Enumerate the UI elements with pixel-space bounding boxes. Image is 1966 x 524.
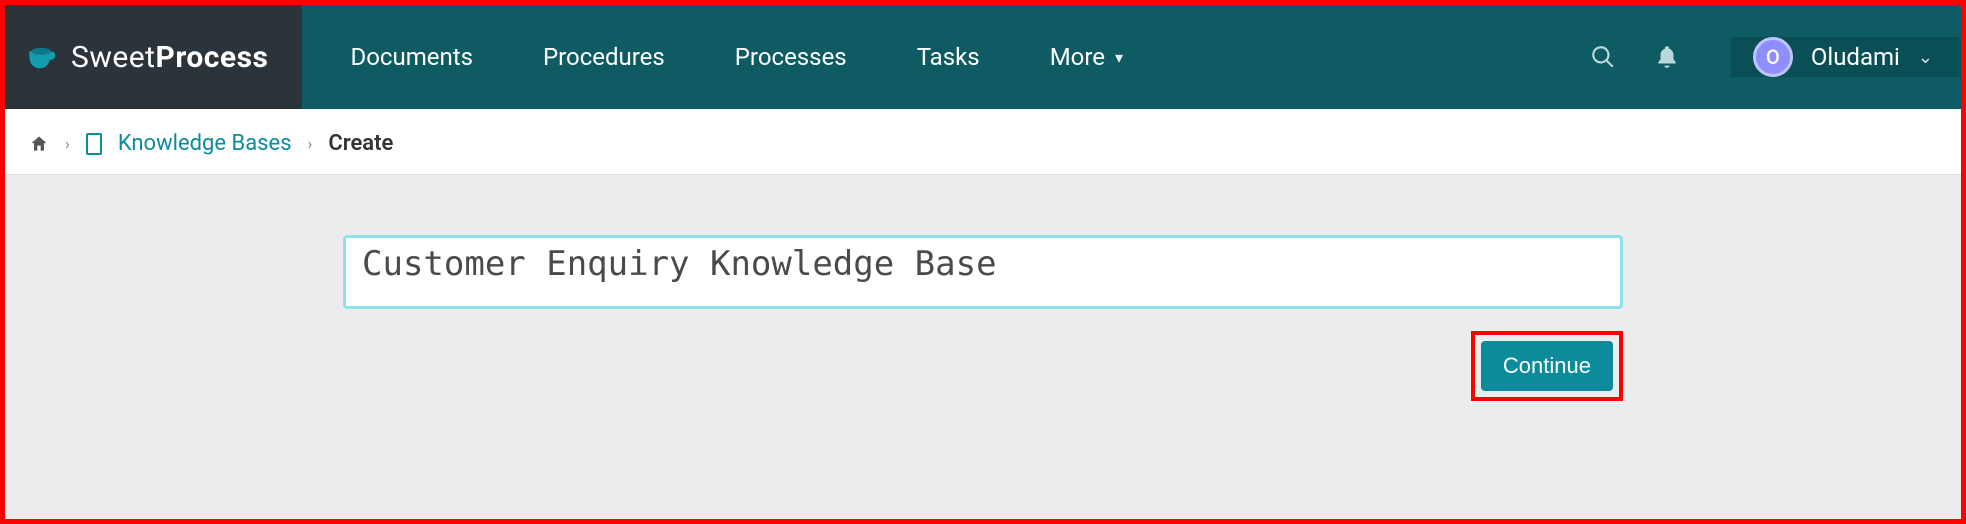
bell-icon[interactable] [1647, 37, 1687, 77]
chevron-down-icon: ⌄ [1918, 47, 1933, 68]
nav-processes[interactable]: Processes [735, 43, 847, 71]
breadcrumb-current: Create [328, 131, 393, 156]
home-icon[interactable] [29, 134, 49, 154]
name-input-row [343, 235, 1623, 313]
page-body: Continue [5, 175, 1961, 519]
kb-name-input[interactable] [343, 235, 1623, 309]
continue-button[interactable]: Continue [1481, 341, 1613, 391]
brand-logo[interactable]: SweetProcess [5, 5, 302, 109]
breadcrumb-sep: › [65, 134, 70, 153]
search-icon[interactable] [1583, 37, 1623, 77]
nav-tasks[interactable]: Tasks [917, 43, 980, 71]
breadcrumb-knowledge-bases[interactable]: Knowledge Bases [118, 131, 292, 156]
action-row: Continue [343, 331, 1623, 401]
nav-links: Documents Procedures Processes Tasks Mor… [302, 5, 1582, 109]
user-name: Oludami [1811, 43, 1900, 71]
book-icon [86, 133, 102, 155]
breadcrumb-sep: › [308, 134, 313, 153]
top-nav: SweetProcess Documents Procedures Proces… [5, 5, 1961, 109]
continue-highlight: Continue [1471, 331, 1623, 401]
cup-icon [27, 40, 61, 74]
user-menu[interactable]: O Oludami ⌄ [1731, 37, 1961, 77]
chevron-down-icon: ▾ [1115, 48, 1123, 67]
avatar: O [1753, 37, 1793, 77]
breadcrumb: › Knowledge Bases › Create [5, 109, 1961, 175]
nav-documents[interactable]: Documents [350, 43, 473, 71]
nav-procedures[interactable]: Procedures [543, 43, 665, 71]
nav-more[interactable]: More ▾ [1050, 43, 1123, 71]
brand-text: SweetProcess [71, 40, 268, 75]
nav-right: O Oludami ⌄ [1583, 5, 1961, 109]
